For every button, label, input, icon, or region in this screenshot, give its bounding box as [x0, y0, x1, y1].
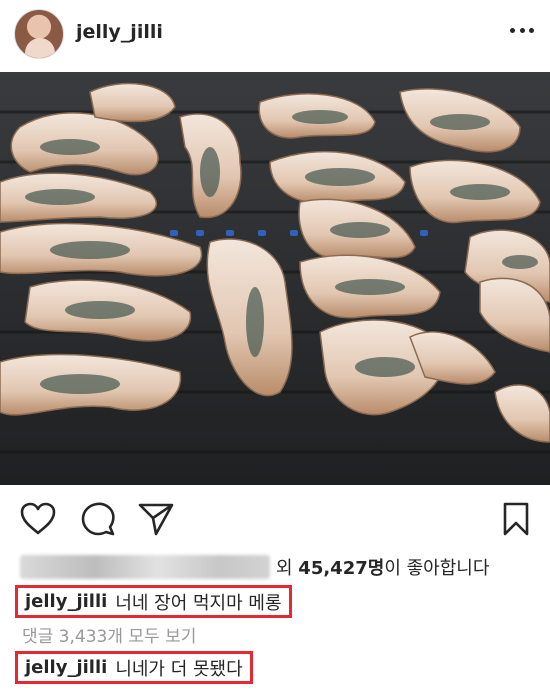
- caption-text: 너네 장어 먹지마 메롱: [115, 592, 282, 614]
- likes-suffix: 이 좋아합니다: [384, 558, 490, 579]
- comment-highlighted: jelly_jilli 니네가 더 못됐다: [15, 651, 253, 684]
- post-username[interactable]: jelly_jilli: [76, 21, 163, 43]
- grilled-eel-photo: [0, 72, 550, 485]
- comment-text: 니네가 더 못됐다: [115, 658, 243, 680]
- post-header: jelly_jilli: [0, 0, 550, 72]
- avatar[interactable]: [14, 9, 64, 59]
- caption-username[interactable]: jelly_jilli: [25, 591, 107, 612]
- dot: [529, 27, 534, 33]
- likes-text: 외 45,427명이 좋아합니다: [276, 554, 489, 580]
- caption-highlighted: jelly_jilli 너네 장어 먹지마 메롱: [15, 585, 292, 618]
- post-photo[interactable]: [0, 72, 550, 485]
- likes-line[interactable]: 외 45,427명이 좋아합니다: [20, 553, 489, 581]
- action-bar: [0, 492, 550, 552]
- likes-count: 45,427명: [298, 558, 385, 579]
- share-icon[interactable]: [138, 502, 174, 536]
- comment-icon[interactable]: [80, 502, 116, 536]
- view-all-comments-link[interactable]: 댓글 3,433개 모두 보기: [22, 622, 196, 647]
- likes-prefix: 외: [276, 558, 293, 579]
- bookmark-icon[interactable]: [502, 502, 530, 536]
- dot: [519, 27, 525, 33]
- blurred-likers: [20, 555, 270, 579]
- comment-username[interactable]: jelly_jilli: [25, 657, 107, 678]
- more-options-icon[interactable]: [510, 24, 534, 36]
- heart-icon[interactable]: [20, 502, 56, 536]
- dot: [510, 27, 515, 33]
